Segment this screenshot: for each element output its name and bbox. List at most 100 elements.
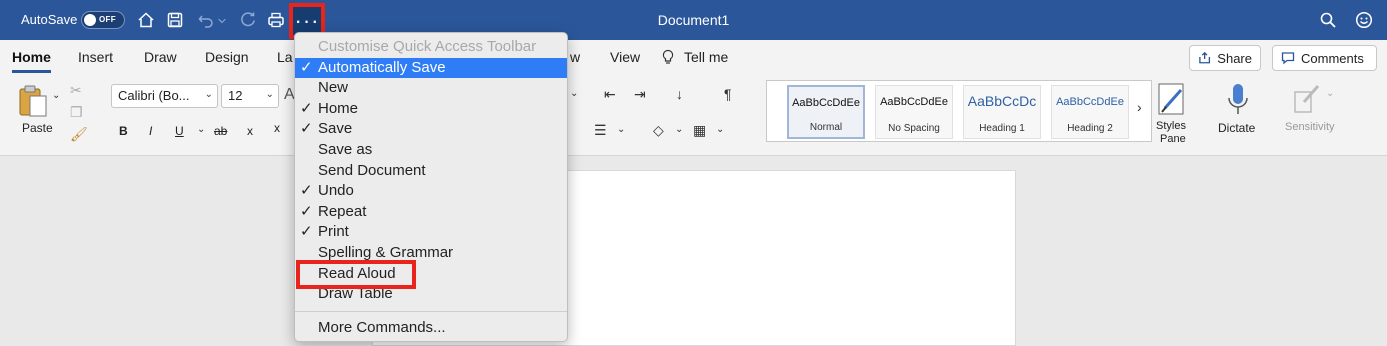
microphone-icon[interactable] [1226, 82, 1250, 118]
search-icon[interactable] [1318, 10, 1338, 30]
styles-pane-icon[interactable] [1157, 82, 1189, 116]
lightbulb-icon [661, 49, 675, 65]
italic-button[interactable]: I [149, 124, 152, 138]
share-button[interactable]: Share [1189, 45, 1261, 71]
menu-item-label: Repeat [318, 203, 367, 220]
menu-item-send-document[interactable]: Send Document [295, 161, 567, 181]
checkmark-icon: ✓ [300, 59, 313, 76]
menu-item-save-as[interactable]: Save as [295, 140, 567, 160]
show-formatting-icon[interactable]: ¶ [724, 86, 732, 102]
menu-item-repeat[interactable]: ✓ Repeat [295, 202, 567, 222]
styles-pane-label-1: Styles [1156, 120, 1186, 132]
font-size-select[interactable]: 12 ⌄ [221, 84, 279, 108]
menu-item-undo[interactable]: ✓ Undo [295, 181, 567, 201]
menu-item-customise-header: Customise Quick Access Toolbar [295, 37, 567, 57]
shading-chevron-icon[interactable]: ⌄ [675, 124, 683, 135]
smiley-icon[interactable] [1354, 10, 1374, 30]
tab-home[interactable]: Home [12, 49, 51, 73]
checkmark-icon: ✓ [300, 100, 313, 117]
paste-label: Paste [22, 121, 53, 135]
decrease-indent-icon[interactable]: ⇤ [604, 86, 616, 103]
share-label: Share [1217, 50, 1252, 66]
menu-item-label: New [318, 79, 349, 96]
style-name: No Spacing [888, 123, 940, 134]
paste-icon[interactable] [18, 84, 50, 118]
menu-item-more-commands[interactable]: More Commands... [295, 318, 567, 338]
tab-layout[interactable]: La [277, 49, 293, 65]
font-size-value: 12 [228, 88, 243, 103]
subscript-button[interactable]: x [247, 124, 253, 138]
menu-item-label: Save as [318, 141, 373, 158]
menu-item-label: Print [318, 223, 349, 240]
menu-item-new[interactable]: New [295, 78, 567, 98]
styles-pane-label-2: Pane [1160, 133, 1186, 145]
document-area [0, 157, 1387, 346]
tab-draw[interactable]: Draw [144, 49, 177, 65]
strikethrough-button[interactable]: ab [214, 124, 227, 138]
style-sample: AaBbCcDdEe [880, 96, 948, 108]
checkmark-icon: ✓ [300, 182, 313, 199]
increase-indent-icon[interactable]: ⇥ [634, 86, 646, 103]
menu-item-label: Send Document [318, 162, 426, 179]
line-spacing-chevron-icon[interactable]: ⌄ [617, 124, 625, 135]
borders-chevron-icon[interactable]: ⌄ [716, 124, 724, 135]
title-bar: AutoSave OFF ··· Document1 [0, 0, 1387, 40]
style-normal[interactable]: AaBbCcDdEe Normal [787, 85, 865, 139]
style-name: Normal [809, 122, 843, 133]
read-aloud-callout [296, 260, 416, 289]
share-icon [1199, 51, 1211, 64]
menu-separator [295, 311, 567, 312]
chevron-right-icon[interactable]: › [1137, 99, 1142, 115]
sort-icon[interactable]: ↓ [676, 86, 683, 102]
tab-view[interactable]: View [610, 49, 640, 65]
superscript-button[interactable]: x [274, 121, 280, 135]
checkmark-icon: ✓ [300, 203, 313, 220]
chevron-down-icon: ⌄ [204, 89, 213, 100]
style-heading-2[interactable]: AaBbCcDdEe Heading 2 [1051, 85, 1129, 139]
menu-item-label: Save [318, 120, 353, 137]
tab-design[interactable]: Design [205, 49, 249, 65]
style-heading-1[interactable]: AaBbCcDc Heading 1 [963, 85, 1041, 139]
style-sample: AaBbCcDc [967, 93, 1037, 109]
menu-item-label: Customise Quick Access Toolbar [318, 38, 537, 55]
paste-chevron-icon[interactable]: ⌄ [52, 90, 60, 101]
font-name-select[interactable]: Calibri (Bo... ⌄ [111, 84, 218, 108]
style-name: Heading 2 [1067, 123, 1113, 134]
format-painter-icon[interactable]: 🖌 [70, 126, 88, 143]
underline-button[interactable]: U [175, 124, 184, 138]
style-no-spacing[interactable]: AaBbCcDdEe No Spacing [875, 85, 953, 139]
menu-item-home[interactable]: ✓ Home [295, 99, 567, 119]
style-sample: AaBbCcDdEe [1056, 96, 1124, 108]
tab-review[interactable]: w [570, 49, 580, 65]
menu-item-label: Automatically Save [318, 59, 446, 76]
document-title: Document1 [657, 12, 730, 28]
chevron-down-icon: ⌄ [265, 89, 274, 100]
bold-button[interactable]: B [119, 124, 128, 138]
comments-button[interactable]: Comments [1272, 45, 1377, 71]
tell-me-search[interactable]: Tell me [684, 49, 728, 65]
menu-item-save[interactable]: ✓ Save [295, 119, 567, 139]
ribbon-tabs: Home Insert Draw Design La w View Tell m… [0, 40, 1387, 74]
menu-item-automatically-save[interactable]: ✓ Automatically Save [295, 58, 567, 78]
list-chevron-icon[interactable]: ⌄ [570, 88, 578, 99]
sensitivity-chevron-icon[interactable]: ⌄ [1326, 88, 1334, 99]
checkmark-icon: ✓ [300, 120, 313, 137]
ribbon: ⌄ Paste ✂ ❐ 🖌 Calibri (Bo... ⌄ 12 ⌄ A B … [0, 74, 1387, 156]
borders-icon[interactable]: ▦ [693, 122, 706, 139]
sensitivity-label: Sensitivity [1285, 121, 1335, 133]
styles-gallery: AaBbCcDdEe Normal AaBbCcDdEe No Spacing … [766, 80, 1152, 142]
style-name: Heading 1 [979, 123, 1025, 134]
tab-insert[interactable]: Insert [78, 49, 113, 65]
comment-icon [1281, 52, 1295, 65]
sensitivity-icon[interactable] [1292, 82, 1322, 114]
font-name-value: Calibri (Bo... [118, 88, 190, 103]
line-spacing-icon[interactable]: ☰ [594, 122, 607, 139]
menu-item-label: Spelling & Grammar [318, 244, 454, 261]
underline-chevron-icon[interactable]: ⌄ [197, 124, 205, 135]
menu-item-print[interactable]: ✓ Print [295, 222, 567, 242]
copy-icon[interactable]: ❐ [70, 104, 83, 121]
checkmark-icon: ✓ [300, 223, 313, 240]
menu-item-label: More Commands... [318, 319, 446, 336]
cut-icon[interactable]: ✂ [70, 82, 82, 99]
shading-icon[interactable]: ◇ [653, 122, 664, 139]
